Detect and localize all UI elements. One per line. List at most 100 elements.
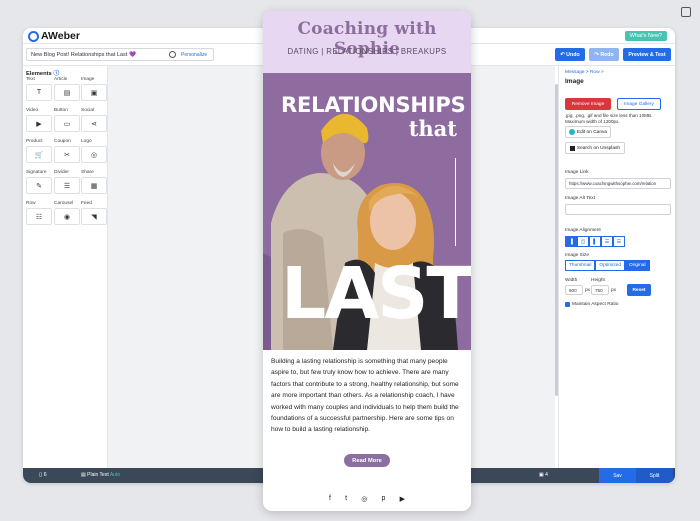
split-button[interactable]: Split bbox=[636, 468, 673, 483]
aweber-logo-icon bbox=[28, 30, 39, 42]
properties-panel: Message > Row > Image Remove Image Image… bbox=[558, 66, 675, 468]
emoji-icon[interactable] bbox=[169, 51, 176, 58]
height-input[interactable]: 750 bbox=[591, 285, 609, 295]
share-icon: ▦ bbox=[81, 177, 107, 194]
panel-title: Image bbox=[565, 78, 584, 85]
alt-text-label: Image Alt Text bbox=[565, 196, 596, 201]
pages-indicator[interactable]: ▯ 6 bbox=[39, 472, 47, 478]
search-unsplash-button[interactable]: Search on Unsplash bbox=[565, 142, 625, 154]
align-right-icon[interactable]: ▌ bbox=[589, 236, 601, 247]
element-row[interactable]: Row ☷ bbox=[26, 201, 52, 225]
whats-new-button[interactable]: What's New? bbox=[624, 31, 667, 41]
element-label: Signature bbox=[26, 170, 47, 175]
image-hint: .jpg, .png, .gif and file size less than… bbox=[565, 113, 653, 124]
hero-headline-line3: LAST bbox=[281, 252, 471, 335]
email-preview: Coaching with Sophie DATING | RELATIONSH… bbox=[263, 11, 471, 511]
breadcrumb[interactable]: Message > Row > bbox=[565, 70, 604, 75]
social-icons: f t ◎ p ▶ bbox=[329, 495, 405, 503]
align-wrap-right-icon[interactable]: ☰ bbox=[613, 236, 625, 247]
pages-icon: ▯ bbox=[39, 472, 43, 478]
element-label: Logo bbox=[81, 139, 92, 144]
element-text[interactable]: Text T bbox=[26, 77, 52, 101]
element-image[interactable]: Image ▣ bbox=[81, 77, 107, 101]
element-carousel[interactable]: Carousel ◉ bbox=[54, 201, 80, 225]
save-indicator[interactable]: ▣ 4 bbox=[539, 472, 548, 478]
coupon-icon: ✂ bbox=[54, 146, 80, 163]
save-split-group: Sav Split bbox=[599, 468, 673, 483]
element-article[interactable]: Article ▤ bbox=[54, 77, 80, 101]
elements-panel: Elements ⓘ Text T Article ▤ Image ▣ Video ▶ Butt… bbox=[23, 66, 108, 468]
element-coupon[interactable]: Coupon ✂ bbox=[54, 139, 80, 163]
image-size-label: Image Size bbox=[565, 253, 589, 258]
element-social[interactable]: Social ⋖ bbox=[81, 108, 107, 132]
element-label: Product bbox=[26, 139, 43, 144]
image-gallery-button[interactable]: Image Gallery bbox=[617, 98, 661, 110]
redo-button[interactable]: ↷ Redo bbox=[589, 48, 619, 61]
element-product[interactable]: Product 🛒 bbox=[26, 139, 52, 163]
element-label: Divider bbox=[54, 170, 69, 175]
alignment-label: Image Alignment bbox=[565, 228, 601, 233]
hero-image[interactable]: RELATIONSHIPS that LAST bbox=[263, 73, 471, 350]
logo-icon: ◎ bbox=[81, 146, 107, 163]
instagram-icon[interactable]: ◎ bbox=[361, 495, 367, 503]
element-video[interactable]: Video ▶ bbox=[26, 108, 52, 132]
unsplash-icon bbox=[569, 145, 575, 151]
product-icon: 🛒 bbox=[26, 146, 52, 163]
size-original-option[interactable]: Original bbox=[625, 260, 650, 271]
feed-icon: ◥ bbox=[81, 208, 107, 225]
element-label: Button bbox=[54, 108, 68, 113]
plain-text-toggle[interactable]: ▤ Plain Text Auto bbox=[81, 472, 120, 478]
width-input[interactable]: 600 bbox=[565, 285, 583, 295]
youtube-icon[interactable]: ▶ bbox=[400, 495, 405, 503]
twitter-icon[interactable]: t bbox=[345, 495, 347, 503]
article-icon: ▤ bbox=[54, 84, 80, 101]
save-button[interactable]: Sav bbox=[599, 468, 636, 483]
pinterest-icon[interactable]: p bbox=[382, 495, 386, 503]
element-share[interactable]: Share ▦ bbox=[81, 170, 107, 194]
read-more-button[interactable]: Read More bbox=[344, 454, 390, 467]
size-thumbnail-option[interactable]: Thumbnail bbox=[565, 260, 596, 271]
carousel-icon: ◉ bbox=[54, 208, 80, 225]
element-logo[interactable]: Logo ◎ bbox=[81, 139, 107, 163]
element-signature[interactable]: Signature ✎ bbox=[26, 170, 52, 194]
align-center-icon[interactable]: ◫ bbox=[577, 236, 589, 247]
preview-test-button[interactable]: Preview & Test bbox=[623, 48, 671, 61]
align-wrap-left-icon[interactable]: ☰ bbox=[601, 236, 613, 247]
maintain-ratio-checkbox[interactable] bbox=[565, 302, 570, 307]
image-link-input[interactable]: https://www.coachingwithsophie.com/relat… bbox=[565, 178, 671, 189]
facebook-icon[interactable]: f bbox=[329, 495, 331, 503]
reset-button[interactable]: Reset bbox=[627, 284, 651, 296]
image-link-label: Image Link bbox=[565, 170, 589, 175]
screenshot-icon[interactable] bbox=[681, 7, 691, 17]
width-label: Width bbox=[565, 278, 578, 283]
element-divider[interactable]: Divider ☰ bbox=[54, 170, 80, 194]
hero-divider-line bbox=[455, 158, 456, 246]
align-left-icon[interactable]: ▐ bbox=[565, 236, 577, 247]
element-label: Image bbox=[81, 77, 95, 82]
elements-title: Elements ⓘ bbox=[26, 71, 60, 77]
video-icon: ▶ bbox=[26, 115, 52, 132]
button-icon: ▭ bbox=[54, 115, 80, 132]
text-icon: T bbox=[26, 84, 52, 101]
width-unit: px bbox=[585, 288, 591, 293]
email-header[interactable]: Coaching with Sophie DATING | RELATIONSH… bbox=[263, 11, 471, 73]
undo-button[interactable]: ↶ Undo bbox=[555, 48, 585, 61]
remove-image-button[interactable]: Remove Image bbox=[565, 98, 611, 110]
element-label: Row bbox=[26, 201, 36, 206]
edit-canva-button[interactable]: Edit on Canva bbox=[565, 126, 611, 138]
element-label: Text bbox=[26, 77, 35, 82]
canva-icon bbox=[568, 129, 575, 135]
element-label: Carousel bbox=[54, 201, 74, 206]
aweber-logo[interactable]: AWeber bbox=[28, 30, 80, 42]
element-button[interactable]: Button ▭ bbox=[54, 108, 80, 132]
size-optimized-option[interactable]: Optimized bbox=[595, 260, 625, 271]
alignment-group: ▐ ◫ ▌ ☰ ☰ bbox=[565, 236, 625, 247]
email-body-text[interactable]: Building a lasting relationship is somet… bbox=[271, 356, 467, 436]
height-unit: px bbox=[611, 288, 617, 293]
element-label: Article bbox=[54, 77, 68, 82]
row-icon: ☷ bbox=[26, 208, 52, 225]
element-feed[interactable]: Feed ◥ bbox=[81, 201, 107, 225]
personalize-button[interactable]: Personalize bbox=[181, 52, 207, 58]
alt-text-input[interactable] bbox=[565, 204, 671, 215]
image-size-group: Thumbnail Optimized Original bbox=[565, 260, 650, 271]
